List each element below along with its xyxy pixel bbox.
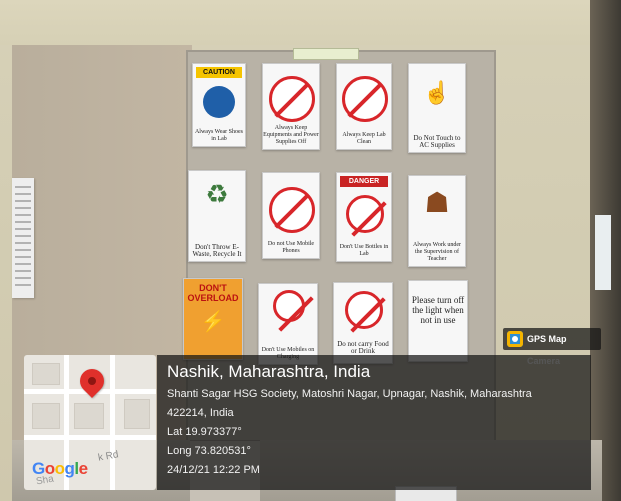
no-litter-icon (342, 76, 388, 122)
address-line: 422214, India (167, 407, 234, 419)
map-building (32, 403, 60, 429)
recycle-bin-icon: ♻ (205, 179, 229, 209)
sign-charging: Don't Use Mobiles on Charging (258, 283, 318, 365)
mini-map: k Rd Sha Google (24, 355, 156, 490)
gps-map-camera-badge: GPS Map Camera (503, 328, 601, 366)
camera-pin-icon (507, 331, 523, 347)
no-device-icon (269, 187, 315, 233)
longitude: Long 73.820531° (167, 445, 251, 457)
timestamp: 24/12/21 12:22 PM (167, 464, 260, 476)
geotag-overlay: k Rd Sha Google Nashik, Maharashtra, Ind… (24, 355, 591, 495)
sign-caption: Always Keep Equipments and Power Supplie… (263, 125, 319, 145)
sign-ac: ☝ Do Not Touch to AC Supplies (408, 63, 466, 153)
sign-shoes: CAUTION Always Wear Shoes in Lab (192, 63, 246, 147)
sign-caption: Do not Use Mobile Phones (267, 241, 315, 254)
place-name: Nashik, Maharashtra, India (167, 362, 371, 381)
overload-header: DON'T OVERLOAD (187, 283, 239, 303)
sign-caption: Always Work under the Supervision of Tea… (412, 242, 462, 262)
wall-upper (0, 0, 621, 45)
sign-equipment: Always Keep Equipments and Power Supplie… (262, 63, 320, 150)
sign-caption: Always Wear Shoes in Lab (194, 129, 244, 142)
overload-icon: ⚡ (200, 311, 226, 333)
sign-caption: Always Keep Lab Clean (342, 132, 386, 145)
sign-caption: Do not carry Food or Drink (337, 340, 389, 355)
sign-clean: Always Keep Lab Clean (336, 63, 392, 150)
location-info-panel: Nashik, Maharashtra, India Shanti Sagar … (157, 355, 591, 490)
map-building (74, 403, 104, 429)
board-label (293, 48, 359, 60)
map-building (124, 399, 150, 429)
sign-ewaste: ♻ Don't Throw E-Waste, Recycle It (188, 170, 246, 262)
hand-icon: ☝ (423, 80, 451, 105)
caution-header: CAUTION (196, 67, 242, 78)
sign-mobile: Do not Use Mobile Phones (262, 172, 320, 259)
sign-caption: Do Not Touch to AC Supplies (413, 134, 461, 149)
no-bottle-icon (346, 195, 384, 233)
sign-light: Please turn off the light when not in us… (408, 280, 468, 362)
teacher-icon: ☗ (424, 187, 450, 218)
no-water-icon (269, 76, 315, 122)
sign-caption: Don't Use Bottles in Lab (339, 244, 389, 257)
map-road (110, 355, 115, 490)
sign-caption: Don't Throw E-Waste, Recycle It (192, 243, 242, 258)
map-building (32, 363, 60, 385)
no-food-icon (345, 291, 383, 329)
sign-overload: DON'T OVERLOAD ⚡ (183, 278, 243, 360)
map-road (24, 435, 156, 440)
sign-bottles: DANGER Don't Use Bottles in Lab (336, 172, 392, 262)
notice-sheet (12, 178, 34, 298)
sign-teacher: ☗ Always Work under the Supervision of T… (408, 175, 466, 267)
shoe-icon (203, 86, 235, 118)
address-line: Shanti Sagar HSG Society, Matoshri Nagar… (167, 388, 532, 400)
latitude: Lat 19.973377° (167, 426, 242, 438)
google-logo: Google (32, 459, 88, 478)
map-street-label: k Rd (97, 449, 120, 464)
window (595, 215, 611, 290)
no-charging-icon (273, 290, 305, 322)
danger-header: DANGER (340, 176, 388, 187)
sign-food: Do not carry Food or Drink (333, 282, 393, 364)
sign-caption: Please turn off the light when not in us… (411, 295, 465, 325)
